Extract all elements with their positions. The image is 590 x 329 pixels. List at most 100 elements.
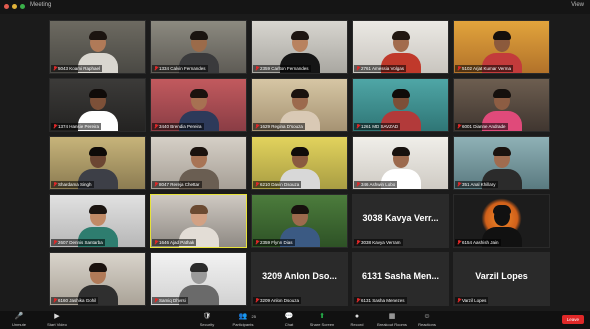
security-button[interactable]: 🛡 Security — [190, 313, 224, 327]
mic-off-icon — [154, 124, 158, 129]
participant-name-label: 1374 Hansie Pereira — [51, 123, 102, 130]
participant-tile[interactable]: 1374 Hansie Pereira — [49, 78, 146, 132]
mic-off-icon — [457, 124, 461, 129]
participant-tile[interactable]: 3038 Kavya Verr... 3038 Kavya Verram — [352, 194, 449, 248]
share-screen-button[interactable]: ⬆ Share Screen — [305, 313, 339, 327]
close-window-icon[interactable] — [4, 4, 9, 9]
mic-off-icon — [255, 298, 259, 303]
participant-tile[interactable]: 2359 Carlton Fernandes — [251, 20, 348, 74]
participant-name-label: 1629 Regina D'souza — [253, 123, 305, 130]
participant-name: 6001 Dianne Andrade — [462, 124, 506, 129]
participant-tile[interactable]: 8047 Rereja Chettar — [150, 136, 247, 190]
record-icon: ● — [354, 313, 360, 320]
participant-display-name: 3209 Anlon Dso... — [262, 271, 337, 281]
participant-tile[interactable]: 3209 Anlon Dso... 3209 Anlon Dsouza — [251, 252, 348, 306]
chat-label: Chat — [284, 322, 294, 327]
window-title-bar: Meeting View — [0, 0, 590, 14]
participant-name: 1334 Calvin Fernandes — [159, 66, 206, 71]
participant-name-label: 1334 Calvin Fernandes — [152, 65, 208, 72]
participant-name-label: Shardama Singh — [51, 181, 94, 188]
mic-off-icon — [457, 66, 461, 71]
reactions-label: Reactions — [418, 322, 436, 327]
mic-off-icon — [154, 182, 158, 187]
share-screen-label: Share Screen — [309, 322, 335, 327]
record-button[interactable]: ● Record — [340, 313, 374, 327]
mic-off-icon — [356, 298, 360, 303]
share-screen-icon: ⬆ — [319, 313, 325, 320]
participant-tile[interactable]: 2607 Dennis Santarba — [49, 194, 146, 248]
leave-button[interactable]: Leave — [561, 315, 584, 324]
breakout-rooms-button[interactable]: ▦ Breakout Rooms — [375, 313, 409, 327]
minimize-window-icon[interactable] — [12, 4, 17, 9]
participant-tile[interactable]: 6001 Dianne Andrade — [453, 78, 550, 132]
participant-name: 3440 Brendia Pereira — [159, 124, 202, 129]
start-video-button[interactable]: ▶ Start Video — [40, 313, 74, 327]
mic-off-icon — [356, 182, 360, 187]
unmute-button[interactable]: 🎤 Unmute — [2, 313, 36, 327]
participant-name: 346 Ashwin Lobo — [361, 182, 396, 187]
participant-name-label: 6001 Dianne Andrade — [455, 123, 508, 130]
participant-tile[interactable]: 6131 Sasha Men... 6131 Sasha Menezes — [352, 252, 449, 306]
view-button[interactable]: View — [571, 2, 584, 8]
participant-name-label: 6154 Aashish Jain — [455, 239, 501, 246]
participant-name-label: Samiq Dhvrsi — [152, 297, 188, 304]
participant-name: Shardama Singh — [58, 182, 92, 187]
mic-off-icon — [457, 240, 461, 245]
maximize-window-icon[interactable] — [20, 4, 25, 9]
participant-name: Samiq Dhvrsi — [159, 298, 186, 303]
participant-tile[interactable]: 2359 Flynn Dias — [251, 194, 348, 248]
participant-display-name: Varzil Lopes — [475, 271, 528, 281]
reactions-icon: ☺ — [423, 313, 431, 320]
chat-button[interactable]: 💬 Chat — [272, 313, 306, 327]
participant-tile[interactable]: 3440 Brendia Pereira — [150, 78, 247, 132]
participant-tile[interactable]: 6160 Jashika Gohil — [49, 252, 146, 306]
participant-tile[interactable]: 6154 Aashish Jain — [453, 194, 550, 248]
participant-tile[interactable]: Varzil Lopes Varzil Lopes — [453, 252, 550, 306]
participant-tile[interactable]: 5102 Arjat Kumar Verma — [453, 20, 550, 74]
mic-off-icon — [154, 240, 158, 245]
reactions-button[interactable]: ☺ Reactions — [410, 313, 444, 327]
participant-name-label: 2359 Carlton Fernandes — [253, 65, 311, 72]
participant-name-label: 8047 Rereja Chettar — [152, 181, 202, 188]
mic-off-icon — [255, 240, 259, 245]
participant-tile[interactable]: Samiq Dhvrsi — [150, 252, 247, 306]
meeting-toolbar: Leave 🎤 Unmute ▶ Start Video 🛡 Security 👥 Parti… — [0, 311, 590, 329]
mic-off-icon — [53, 240, 57, 245]
participant-name-label: 3209 Anlon Dsouza — [253, 297, 302, 304]
participant-tile[interactable]: 2761 Amessia Volgas — [352, 20, 449, 74]
window-controls[interactable] — [4, 4, 25, 9]
participant-name-label: 2761 Amessia Volgas — [354, 65, 407, 72]
participant-tile[interactable]: Shardama Singh — [49, 136, 146, 190]
participant-name: 6131 Sasha Menezes — [361, 298, 405, 303]
participant-name: 2359 Carlton Fernandes — [260, 66, 309, 71]
participant-name: 3209 Anlon Dsouza — [260, 298, 300, 303]
participant-name: 6154 Aashish Jain — [462, 240, 499, 245]
participants-button[interactable]: 👥 Participants 25 — [226, 313, 260, 327]
participant-tile[interactable]: 1646 Ajad Pathak — [150, 194, 247, 248]
participant-name-label: 6160 Jashika Gohil — [51, 297, 99, 304]
participant-tile[interactable]: 1261 MD SAVZAD — [352, 78, 449, 132]
record-label: Record — [350, 322, 364, 327]
participant-name: 5102 Arjat Kumar Verma — [462, 66, 512, 71]
participant-tile[interactable]: 1334 Calvin Fernandes — [150, 20, 247, 74]
participant-name-label: 346 Ashwin Lobo — [354, 181, 398, 188]
participant-name-label: 5102 Arjat Kumar Verma — [455, 65, 514, 72]
security-label: Security — [199, 322, 215, 327]
mic-off-icon — [356, 124, 360, 129]
participant-name: 2607 Dennis Santarba — [58, 240, 103, 245]
video-camera-icon: ▶ — [54, 313, 60, 320]
participant-tile[interactable]: 5043 Koami Raphael — [49, 20, 146, 74]
participant-tile[interactable]: 1629 Regina D'souza — [251, 78, 348, 132]
participant-name-label: 3440 Brendia Pereira — [152, 123, 204, 130]
participant-name-label: 1261 MD SAVZAD — [354, 123, 401, 130]
participant-tile[interactable]: 6210 Davin Dsouza — [251, 136, 348, 190]
mic-off-icon — [356, 66, 360, 71]
mic-off-icon — [53, 298, 57, 303]
participant-name: 1646 Ajad Pathak — [159, 240, 195, 245]
mic-off-icon — [154, 298, 158, 303]
participant-name-label: 6131 Sasha Menezes — [354, 297, 407, 304]
start-video-label: Start Video — [47, 322, 67, 327]
shield-icon: 🛡 — [202, 313, 212, 320]
participant-tile[interactable]: 351 Anal Khillary — [453, 136, 550, 190]
participant-tile[interactable]: 346 Ashwin Lobo — [352, 136, 449, 190]
